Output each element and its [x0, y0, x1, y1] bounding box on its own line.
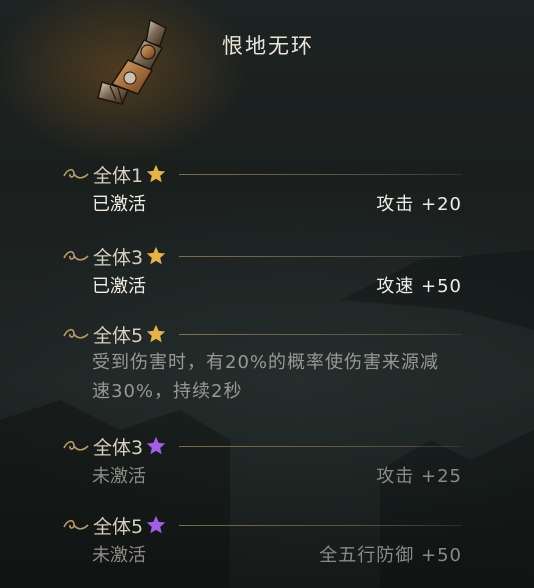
tier-divider [179, 524, 462, 526]
swirl-icon [63, 440, 89, 451]
tier-label: 全体1 [93, 164, 144, 187]
tier-header: 全体3 [62, 242, 462, 270]
set-bonus-tier: 全体3 已激活 攻速 +50 [62, 242, 462, 300]
gauntlet-icon [97, 18, 167, 105]
item-header: 恨地无环 [0, 0, 534, 120]
tier-detail: 已激活 攻速 +50 [92, 270, 462, 300]
tier-status: 已激活 [92, 194, 146, 215]
tier-bonus: 全五行防御 +50 [319, 545, 462, 566]
tier-label: 全体3 [93, 436, 144, 459]
tier-header: 全体3 [62, 432, 462, 460]
tier-divider [179, 173, 462, 175]
tier-divider [179, 255, 462, 257]
tier-detail: 未激活 全五行防御 +50 [92, 539, 462, 569]
tier-status: 已激活 [92, 276, 146, 297]
tier-divider [179, 445, 462, 447]
set-bonus-tier: 全体5 未激活 全五行防御 +50 [62, 511, 462, 569]
tier-label: 全体5 [93, 515, 144, 538]
swirl-icon [63, 328, 89, 339]
item-title: 恨地无环 [222, 34, 314, 58]
set-bonus-tier: 全体1 已激活 攻击 +20 [62, 160, 462, 218]
purple-star-icon [146, 436, 166, 455]
swirl-icon [63, 168, 89, 179]
purple-star-icon [146, 515, 166, 534]
tier-bonus: 攻速 +50 [376, 276, 462, 297]
tier-status: 未激活 [92, 466, 146, 487]
set-bonus-tier: 全体5 受到伤害时，有20%的概率使伤害来源减速30%，持续2秒 [62, 320, 462, 406]
tier-divider [179, 333, 462, 335]
gold-star-icon [146, 164, 166, 183]
tier-header: 全体5 [62, 511, 462, 539]
tier-status: 未激活 [92, 545, 146, 566]
tier-header: 全体1 [62, 160, 462, 188]
tier-label: 全体5 [93, 324, 144, 347]
tier-detail: 已激活 攻击 +20 [92, 188, 462, 218]
gold-star-icon [146, 246, 166, 265]
gold-star-icon [146, 324, 166, 343]
tier-bonus: 攻击 +20 [376, 194, 462, 215]
tier-label: 全体3 [93, 246, 144, 269]
tier-bonus: 攻击 +25 [376, 466, 462, 487]
tier-header: 全体5 [62, 320, 462, 348]
tier-description: 受到伤害时，有20%的概率使伤害来源减速30%，持续2秒 [92, 352, 440, 402]
swirl-icon [63, 519, 89, 530]
tier-detail: 未激活 攻击 +25 [92, 460, 462, 490]
set-bonus-tier: 全体3 未激活 攻击 +25 [62, 432, 462, 490]
swirl-icon [63, 250, 89, 261]
